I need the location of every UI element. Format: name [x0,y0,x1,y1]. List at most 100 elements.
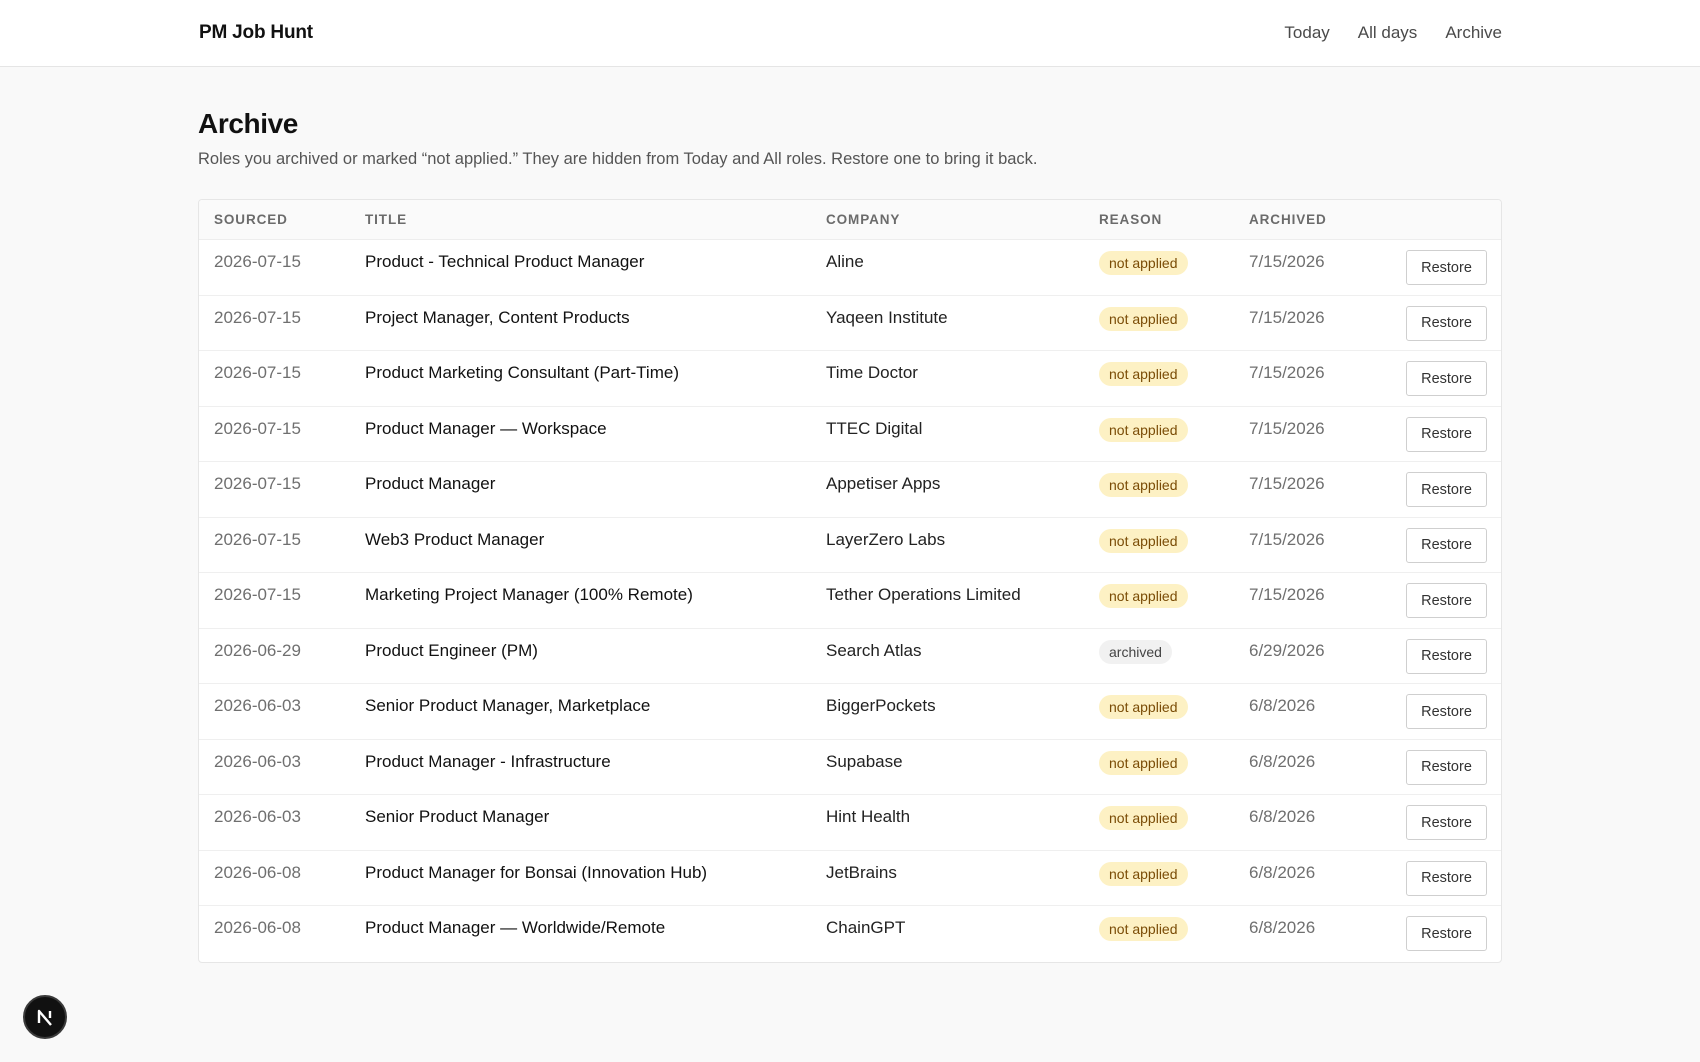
reason-badge: not applied [1099,362,1188,386]
sourced-date: 2026-06-03 [214,807,301,826]
company-name: Appetiser Apps [826,474,941,493]
job-title[interactable]: Product Manager — Workspace [365,419,607,439]
reason-badge: not applied [1099,251,1188,275]
table-row: 2026-07-15 Product Manager Appetiser Apps n… [199,462,1501,518]
nextjs-logo-icon[interactable] [23,995,67,1039]
reason-badge: not applied [1099,861,1188,886]
company-name: Time Doctor [826,363,918,382]
archived-date: 7/15/2026 [1249,252,1325,271]
reason-badge: not applied [1099,917,1188,941]
reason-badge: not applied [1099,750,1188,775]
job-title[interactable]: Product Engineer (PM) [365,641,538,661]
archived-date: 6/8/2026 [1249,696,1316,715]
reason-badge: not applied [1099,417,1188,442]
sourced-date: 2026-06-08 [214,918,301,937]
column-header-sourced: SOURCED [214,212,288,227]
restore-button[interactable]: Restore [1406,805,1487,840]
table-row: 2026-06-03 Senior Product Manager, Market… [199,684,1501,740]
company-name: Search Atlas [826,640,922,660]
job-title[interactable]: Product - Technical Product Manager [365,252,644,272]
reason-cell: not applied [1099,362,1188,386]
archived-date: 7/15/2026 [1249,418,1325,438]
archived-date: 6/29/2026 [1249,640,1325,660]
company-name: Tether Operations Limited [826,585,1021,604]
table-row: 2026-07-15 Product Manager — Workspace TTE… [199,407,1501,462]
sourced-date: 2026-07-15 [214,474,301,493]
brand-title[interactable]: PM Job Hunt [199,22,313,44]
company-name: Yaqeen Institute [826,307,948,327]
table-row: 2026-06-29 Product Engineer (PM) Search At… [199,629,1501,684]
nav-link-all-days[interactable]: All days [1358,23,1418,43]
archived-date: 7/15/2026 [1249,307,1325,327]
sourced-date: 2026-07-15 [214,585,301,604]
reason-badge: not applied [1099,584,1188,608]
job-title[interactable]: Product Manager — Worldwide/Remote [365,918,665,938]
restore-button[interactable]: Restore [1406,694,1487,729]
table-row: 2026-07-15 Marketing Project Manager (100… [199,573,1501,629]
table-row: 2026-07-15 Product - Technical Product Ma… [199,240,1501,296]
reason-badge: not applied [1099,695,1188,719]
archived-date: 6/8/2026 [1249,862,1316,882]
archived-date: 6/8/2026 [1249,807,1316,826]
job-title[interactable]: Product Manager - Infrastructure [365,752,611,772]
job-title[interactable]: Marketing Project Manager (100% Remote) [365,585,693,605]
page-title: Archive [198,108,298,139]
restore-button[interactable]: Restore [1406,583,1487,618]
nav-link-archive[interactable]: Archive [1445,23,1502,43]
reason-cell: not applied [1099,750,1188,775]
table-row: 2026-06-08 Product Manager — Worldwide/Re… [199,906,1501,962]
reason-cell: not applied [1099,528,1188,553]
archived-date: 7/15/2026 [1249,529,1325,549]
job-title[interactable]: Product Marketing Consultant (Part-Time) [365,363,679,383]
archive-table: SOURCED TITLE COMPANY REASON ARCHIVED 20… [198,199,1502,963]
column-header-reason: REASON [1099,212,1163,227]
job-title[interactable]: Senior Product Manager, Marketplace [365,696,650,716]
sourced-date: 2026-06-29 [214,640,301,660]
restore-button[interactable]: Restore [1406,916,1487,951]
restore-button[interactable]: Restore [1406,250,1487,285]
company-name: TTEC Digital [826,418,923,438]
nav-link-today[interactable]: Today [1284,23,1329,43]
reason-badge: not applied [1099,473,1188,497]
company-name: Aline [826,252,864,271]
restore-button[interactable]: Restore [1406,472,1487,507]
column-header-archived: ARCHIVED [1249,212,1327,227]
table-row: 2026-06-08 Product Manager for Bonsai (In… [199,851,1501,906]
reason-badge: not applied [1099,528,1188,553]
job-title[interactable]: Web3 Product Manager [365,530,544,550]
sourced-date: 2026-07-15 [214,307,301,327]
archived-date: 6/8/2026 [1249,751,1316,771]
job-title[interactable]: Senior Product Manager [365,807,549,827]
company-name: ChainGPT [826,918,906,937]
job-title[interactable]: Project Manager, Content Products [365,308,630,328]
restore-button[interactable]: Restore [1406,416,1487,452]
reason-cell: not applied [1099,695,1188,719]
reason-cell: not applied [1099,251,1188,275]
restore-button[interactable]: Restore [1406,860,1487,896]
archived-date: 7/15/2026 [1249,363,1325,382]
reason-cell: not applied [1099,806,1188,830]
table-row: 2026-06-03 Product Manager - Infrastructu… [199,740,1501,795]
reason-cell: not applied [1099,417,1188,442]
company-name: Supabase [826,751,903,771]
n-glyph-icon [37,1009,52,1026]
restore-button[interactable]: Restore [1406,361,1487,396]
restore-button[interactable]: Restore [1406,638,1487,674]
company-name: JetBrains [826,862,897,882]
company-name: BiggerPockets [826,696,936,715]
restore-button[interactable]: Restore [1406,527,1487,563]
sourced-date: 2026-07-15 [214,252,301,271]
job-title[interactable]: Product Manager for Bonsai (Innovation H… [365,863,707,883]
company-name: Hint Health [826,807,911,826]
restore-button[interactable]: Restore [1406,305,1487,341]
job-title[interactable]: Product Manager [365,474,495,494]
sourced-date: 2026-07-15 [214,529,301,549]
reason-badge: not applied [1099,806,1188,830]
restore-button[interactable]: Restore [1406,749,1487,785]
table-body: 2026-07-15 Product - Technical Product Ma… [199,240,1501,962]
table-row: 2026-07-15 Project Manager, Content Produ… [199,296,1501,351]
reason-cell: not applied [1099,473,1188,497]
column-header-company: COMPANY [826,212,901,227]
table-header: SOURCED TITLE COMPANY REASON ARCHIVED [199,200,1501,240]
table-row: 2026-07-15 Web3 Product Manager LayerZero … [199,518,1501,573]
